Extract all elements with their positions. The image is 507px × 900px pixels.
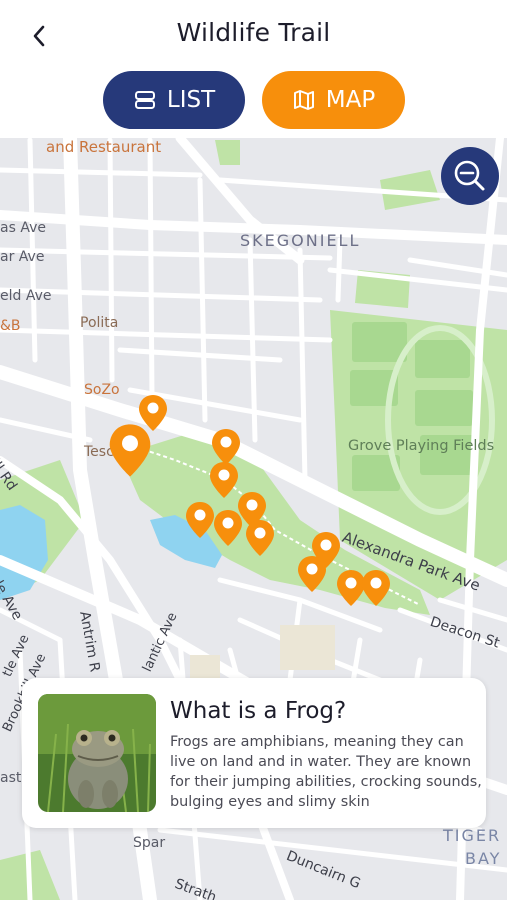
page-title: Wildlife Trail [176,18,331,47]
map-pin[interactable] [298,556,326,592]
zoom-out-button[interactable] [441,147,499,205]
tab-list[interactable]: LIST [103,71,245,129]
map-pin[interactable] [214,510,242,546]
map-pin[interactable] [362,570,390,606]
map-pin[interactable] [210,462,238,498]
map-pin[interactable] [337,570,365,606]
map-icon [293,90,314,110]
map-pin[interactable] [246,520,274,556]
card-title: What is a Frog? [170,698,347,724]
zoom-out-icon [454,160,485,191]
map-pin[interactable] [212,429,240,465]
tab-list-label: LIST [166,87,216,113]
map-pin-selected[interactable] [109,424,151,477]
app-header: Wildlife Trail LIST MAP [0,0,507,138]
frog-photo [38,694,156,812]
map-pin[interactable] [139,395,167,431]
tab-map-label: MAP [325,87,376,113]
map-pin[interactable] [186,502,214,538]
tab-map[interactable]: MAP [262,71,405,129]
info-card[interactable]: What is a Frog? Frogs are amphibians, me… [22,678,486,828]
card-description: Frogs are amphibians, meaning they can l… [170,734,482,810]
list-icon [134,91,155,109]
